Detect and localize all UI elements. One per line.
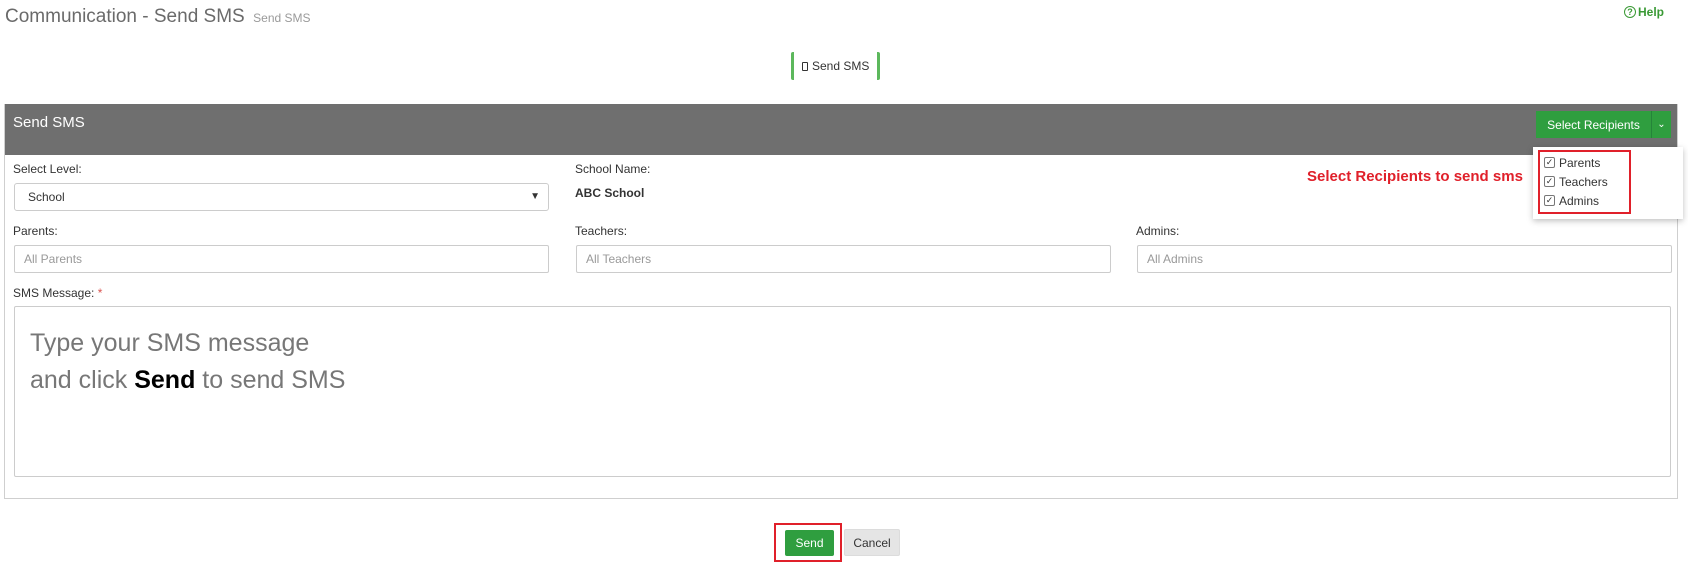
send-button[interactable]: Send	[785, 530, 834, 556]
tab-send-sms-label: Send SMS	[812, 59, 870, 73]
checkbox-checked-icon[interactable]: ✓	[1544, 157, 1555, 168]
chevron-down-icon[interactable]: ⌄	[1651, 111, 1671, 138]
message-line-2: and click Send to send SMS	[30, 362, 1655, 399]
send-sms-panel: Send SMS Select Recipients ⌄ Select Leve…	[4, 104, 1678, 499]
recipient-option-label: Teachers	[1559, 174, 1608, 189]
required-marker: *	[97, 286, 103, 300]
recipient-option-label: Admins	[1559, 193, 1600, 208]
help-link[interactable]: ? Help	[1623, 5, 1664, 19]
recipient-option-teachers[interactable]: ✓ Teachers	[1544, 172, 1683, 191]
teachers-input[interactable]	[576, 245, 1111, 273]
recipient-option-admins[interactable]: ✓ Admins	[1544, 191, 1683, 210]
select-recipients-label: Select Recipients	[1547, 117, 1640, 132]
panel-title: Send SMS	[13, 114, 85, 131]
school-name-value: ABC School	[575, 186, 645, 200]
teachers-label: Teachers:	[575, 224, 628, 238]
select-level-dropdown[interactable]: School ▼	[14, 183, 549, 211]
school-name-label: School Name:	[575, 162, 651, 176]
caret-down-icon: ▼	[530, 191, 540, 202]
select-recipients-button[interactable]: Select Recipients ⌄	[1536, 111, 1671, 138]
admins-label: Admins:	[1136, 224, 1180, 238]
message-line-1: Type your SMS message	[30, 329, 310, 357]
select-level-label: Select Level:	[13, 162, 82, 176]
parents-input[interactable]	[14, 245, 549, 273]
message-line-2-bold: Send	[134, 366, 196, 394]
checkbox-checked-icon[interactable]: ✓	[1544, 176, 1555, 187]
page-subtitle: Send SMS	[253, 11, 311, 25]
admins-input[interactable]	[1137, 245, 1672, 273]
checkbox-checked-icon[interactable]: ✓	[1544, 195, 1555, 206]
recipient-option-parents[interactable]: ✓ Parents	[1544, 153, 1683, 172]
help-label: Help	[1637, 5, 1664, 19]
cancel-button[interactable]: Cancel	[844, 529, 900, 556]
sms-message-label: SMS Message: *	[13, 286, 102, 300]
sms-message-label-text: SMS Message:	[13, 286, 95, 300]
parents-label: Parents:	[13, 224, 58, 238]
select-level-value: School	[28, 190, 65, 204]
annotation-note: Select Recipients to send sms	[1307, 168, 1523, 185]
tab-send-sms[interactable]: Send SMS	[791, 52, 881, 80]
message-line-2-suffix: to send SMS	[202, 366, 346, 394]
page-header: Communication - Send SMS Send SMS	[5, 6, 311, 34]
message-line-2-prefix: and click	[30, 366, 128, 394]
question-circle-icon: ?	[1623, 6, 1636, 18]
page-title: Communication - Send SMS	[5, 6, 245, 27]
sms-message-textarea[interactable]: Type your SMS message and click Send to …	[14, 306, 1671, 477]
recipients-dropdown-menu: ✓ Parents ✓ Teachers ✓ Admins	[1533, 147, 1683, 219]
panel-heading: Send SMS Select Recipients ⌄	[5, 104, 1677, 155]
mobile-phone-icon	[802, 61, 808, 71]
recipient-option-label: Parents	[1559, 155, 1601, 170]
